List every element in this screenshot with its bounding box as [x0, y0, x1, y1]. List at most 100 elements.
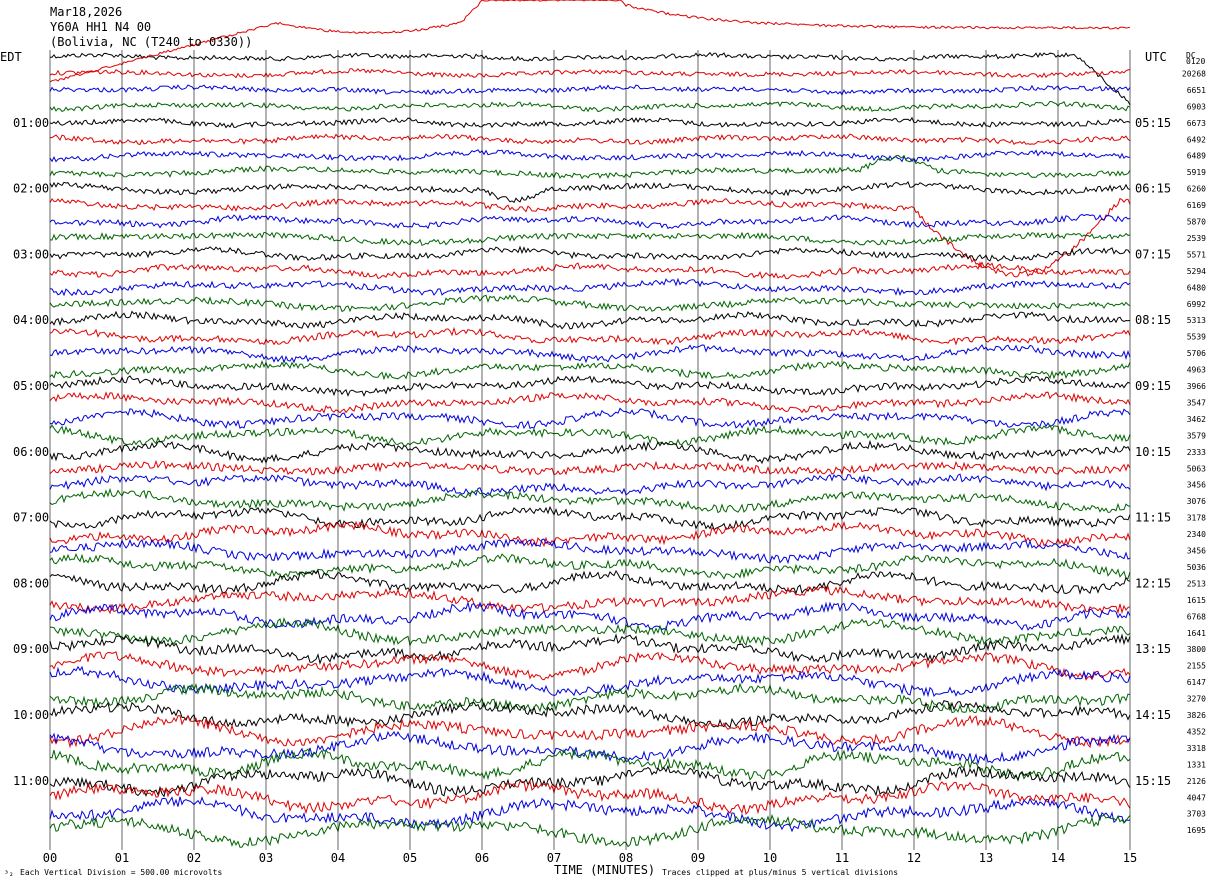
dc-offset-label: 2126 [1187, 777, 1206, 786]
dc-offset-label: 3178 [1187, 514, 1206, 523]
seismic-trace [49, 180, 1131, 204]
x-tick-label: 00 [43, 851, 57, 865]
dc-offset-label: 5706 [1187, 349, 1206, 358]
dc-offset-label: 1641 [1187, 629, 1206, 638]
dc-offset-label: 1695 [1187, 826, 1206, 835]
dc-offset-label: 3318 [1187, 744, 1206, 753]
seismic-trace [49, 520, 1131, 548]
seismic-trace [49, 730, 1131, 766]
dc-offset-label: 5870 [1187, 218, 1206, 227]
dc-offset-label: 1331 [1187, 760, 1206, 769]
seismic-trace [49, 553, 1131, 581]
seismic-trace [49, 149, 1131, 163]
x-tick-label: 01 [115, 851, 129, 865]
dc-offset-label: 6903 [1187, 102, 1206, 111]
x-tick-label: 15 [1123, 851, 1137, 865]
dc-offset-label: 2333 [1187, 448, 1206, 457]
dc-offset-labels: 20268 6651 6903 6673 6492 6489 5919 6260 6169 587… [1182, 69, 1206, 835]
edt-axis-title: EDT [0, 50, 22, 64]
seismic-trace [49, 439, 1131, 465]
dc-offset-label: 6480 [1187, 283, 1206, 292]
x-tick-label: 14 [1051, 851, 1065, 865]
seismic-trace [49, 391, 1131, 414]
trace-layer [49, 0, 1131, 848]
seismic-trace [49, 569, 1131, 595]
dc-offset-label: 6768 [1187, 612, 1206, 621]
dc-axis-title-2: 0120 [1186, 57, 1205, 66]
dc-offset-label: 6673 [1187, 119, 1206, 128]
utc-axis-title: UTC [1145, 50, 1167, 64]
dc-offset-label: 3456 [1187, 481, 1206, 490]
utc-hour-label: 13:15 [1135, 642, 1171, 656]
dc-offset-label: 4047 [1187, 793, 1206, 802]
seismic-trace [49, 310, 1131, 330]
seismic-trace [49, 779, 1131, 815]
x-axis-label: TIME (MINUTES) [554, 863, 655, 877]
header-station: Y60A HH1 N4 00 [50, 20, 151, 34]
x-tick-label: 13 [979, 851, 993, 865]
edt-hour-label: 04:00 [13, 313, 49, 327]
seismic-trace [49, 100, 1131, 113]
dc-offset-label: 6489 [1187, 152, 1206, 161]
x-tick-label: 11 [835, 851, 849, 865]
footer-clip-note: Traces clipped at plus/minus 5 vertical … [662, 868, 898, 877]
utc-hour-label: 08:15 [1135, 313, 1171, 327]
footer-corner: ³₂ [4, 869, 14, 878]
dc-offset-label: 6992 [1187, 300, 1206, 309]
seismic-trace [49, 699, 1131, 729]
utc-hour-label: 10:15 [1135, 445, 1171, 459]
dc-offset-label: 6492 [1187, 135, 1206, 144]
dc-offset-label: 2340 [1187, 530, 1206, 539]
dc-offset-label: 1615 [1187, 596, 1206, 605]
dc-offset-label: 5539 [1187, 333, 1206, 342]
edt-hour-label: 11:00 [13, 774, 49, 788]
utc-hour-label: 11:15 [1135, 511, 1171, 525]
dc-offset-label: 3076 [1187, 497, 1206, 506]
dc-offset-label: 3579 [1187, 431, 1206, 440]
utc-hour-label: 12:15 [1135, 576, 1171, 590]
x-tick-label: 04 [331, 851, 345, 865]
footer-vertical-division: Each Vertical Division = 500.00 microvol… [20, 868, 222, 877]
dc-offset-label: 3462 [1187, 415, 1206, 424]
edt-hour-label: 03:00 [13, 247, 49, 261]
dc-offset-label: 5294 [1187, 267, 1206, 276]
dc-offset-label: 5036 [1187, 563, 1206, 572]
utc-hour-label: 06:15 [1135, 182, 1171, 196]
seismic-trace [49, 231, 1131, 246]
seismic-trace [49, 407, 1131, 430]
seismic-trace [49, 796, 1131, 833]
x-tick-label: 02 [187, 851, 201, 865]
dc-offset-label: 2155 [1187, 662, 1206, 671]
edt-hour-labels: 01:00 02:00 03:00 04:00 05:00 06:00 07:00 08:00… [13, 116, 49, 788]
utc-hour-label: 05:15 [1135, 116, 1171, 130]
x-tick-label: 05 [403, 851, 417, 865]
header-location: (Bolivia, NC (T240 to 0330)) [50, 35, 252, 49]
seismic-trace [49, 813, 1131, 848]
seismic-trace [49, 473, 1131, 497]
dc-offset-label: 6651 [1187, 86, 1206, 95]
utc-hour-label: 07:15 [1135, 247, 1171, 261]
seismic-trace [49, 213, 1131, 230]
dc-offset-label: 3703 [1187, 810, 1206, 819]
dc-offset-label: 20268 [1182, 69, 1206, 78]
dc-offset-label: 4352 [1187, 727, 1206, 736]
seismic-trace [49, 154, 1131, 180]
dc-offset-label: 3966 [1187, 382, 1206, 391]
edt-hour-label: 07:00 [13, 511, 49, 525]
dc-offset-label: 3826 [1187, 711, 1206, 720]
dc-offset-label: 3800 [1187, 645, 1206, 654]
seismic-trace [49, 651, 1131, 681]
dc-offset-label: 6147 [1187, 678, 1206, 687]
seismic-trace [49, 116, 1131, 129]
edt-hour-label: 08:00 [13, 576, 49, 590]
edt-hour-label: 02:00 [13, 182, 49, 196]
dc-offset-label: 3456 [1187, 547, 1206, 556]
seismic-trace [49, 51, 1131, 106]
seismic-trace [49, 277, 1131, 297]
dc-offset-label: 5571 [1187, 250, 1206, 259]
dc-offset-label: 2539 [1187, 234, 1206, 243]
seismic-trace [49, 459, 1131, 476]
seismic-trace [49, 245, 1131, 262]
edt-hour-label: 01:00 [13, 116, 49, 130]
seismic-trace [49, 375, 1131, 397]
